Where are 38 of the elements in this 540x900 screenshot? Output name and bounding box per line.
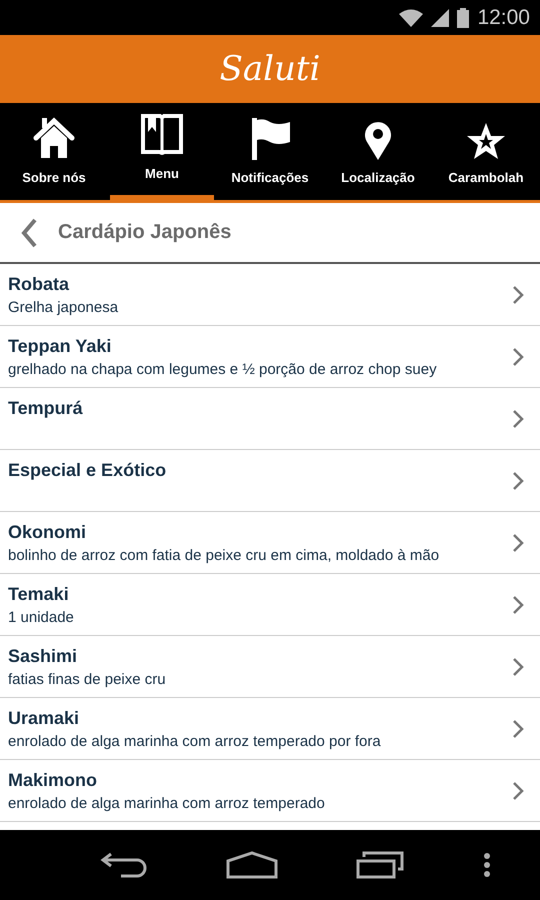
menu-item[interactable]: Okonomi bolinho de arroz com fatia de peixe cru em cima, moldado à mão (0, 512, 540, 574)
nav-tab[interactable]: Notificações (218, 103, 322, 200)
home-icon[interactable] (226, 851, 278, 879)
wifi-icon (399, 8, 424, 26)
menu-item[interactable]: Robata Grelha japonesa (0, 264, 540, 326)
chevron-icon (512, 408, 524, 428)
more-options-icon[interactable] (482, 852, 491, 878)
menu-item[interactable]: Temaki 1 unidade (0, 574, 540, 636)
nav-tab[interactable]: Carambolah (434, 103, 538, 200)
clock-time: 12:00 (477, 6, 530, 30)
chevron-icon (512, 780, 524, 800)
app-logo-text: Saluti (220, 49, 320, 89)
menu-item[interactable]: Teppan Yaki grelhado na chapa com legumes e ½ porção de arroz chop suey (0, 326, 540, 388)
menu-item[interactable]: Especial e Exótico (0, 450, 540, 512)
star-icon (466, 122, 506, 160)
battery-icon (457, 8, 470, 28)
nav-tab[interactable]: Menu (110, 103, 214, 200)
signal-icon (431, 8, 450, 26)
chevron-icon (512, 656, 524, 676)
back-icon[interactable] (20, 218, 38, 248)
menu-item[interactable]: Makimono enrolado de alga marinha com arroz temperado (0, 760, 540, 822)
page-title: Cardápio Japonês (58, 221, 232, 244)
nav-tab[interactable]: Localização (326, 103, 430, 200)
house-icon (32, 116, 76, 160)
back-icon[interactable] (99, 852, 148, 878)
chevron-icon (512, 594, 524, 614)
chevron-icon (512, 470, 524, 490)
book-icon (140, 112, 184, 156)
chevron-icon (512, 532, 524, 552)
menu-item[interactable]: Tempurá (0, 388, 540, 450)
chevron-icon (512, 284, 524, 304)
nav-tab[interactable]: Sobre nós (2, 103, 106, 200)
menu-item[interactable]: Sashimi fatias finas de peixe cru (0, 636, 540, 698)
chevron-icon (512, 718, 524, 738)
location-pin-icon (363, 120, 393, 160)
recent-apps-icon[interactable] (356, 851, 404, 879)
chevron-icon (512, 346, 524, 366)
menu-item[interactable]: Uramaki enrolado de alga marinha com arroz temperado por fora (0, 698, 540, 760)
